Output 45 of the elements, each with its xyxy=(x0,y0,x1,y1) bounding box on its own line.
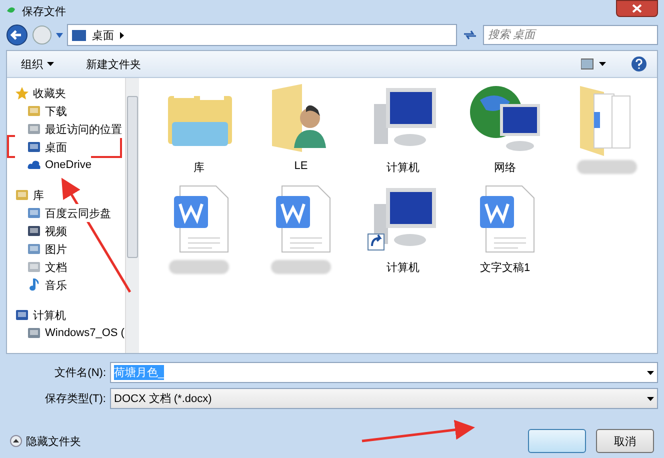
drive-icon xyxy=(27,326,41,340)
view-icon[interactable] xyxy=(581,58,607,70)
file-type-dropdown[interactable]: DOCX 文档 (*.docx) xyxy=(110,388,658,409)
recent-icon xyxy=(27,122,41,136)
close-icon xyxy=(632,4,642,13)
hide-folders-button[interactable]: 隐藏文件夹 xyxy=(10,434,81,448)
search-field[interactable]: 搜索 桌面 xyxy=(483,25,658,45)
address-bar[interactable]: 桌面 xyxy=(67,24,457,46)
file-name: LE xyxy=(294,160,308,172)
dropdown-arrow-icon xyxy=(647,370,654,374)
document-icon xyxy=(27,260,41,274)
cloud-icon xyxy=(27,158,41,172)
close-button[interactable] xyxy=(616,0,658,17)
organize-menu[interactable]: 组织 xyxy=(17,54,58,74)
file-name: 网络 xyxy=(494,161,516,175)
favorites-icon xyxy=(15,86,29,100)
caret-icon xyxy=(47,62,54,66)
video-icon xyxy=(27,224,41,238)
field-label: 保存类型(T): xyxy=(44,392,107,406)
new-folder-button[interactable]: 新建文件夹 xyxy=(82,54,145,74)
back-button[interactable] xyxy=(6,24,28,46)
blurred-name xyxy=(577,160,637,174)
picture-icon xyxy=(27,242,41,256)
music-icon xyxy=(27,278,41,292)
dropdown-arrow-icon xyxy=(647,396,654,400)
sidebar-item[interactable]: 收藏夹 xyxy=(15,84,66,102)
collapse-icon xyxy=(10,435,22,447)
help-icon[interactable] xyxy=(631,56,647,72)
file-name: 文字文稿1 xyxy=(480,260,530,275)
field-label: 文件名(N): xyxy=(54,366,107,380)
library-icon xyxy=(15,188,29,202)
desktop-icon xyxy=(27,140,41,154)
save-button[interactable] xyxy=(528,429,586,453)
file-name: 计算机 xyxy=(386,261,420,275)
blurred-name xyxy=(169,260,229,274)
file-name: 库 xyxy=(194,160,204,175)
computer-icon xyxy=(15,308,29,322)
cancel-button[interactable]: 取消 xyxy=(596,429,654,453)
window-title: 保存文件 xyxy=(22,4,66,18)
file-name: 计算机 xyxy=(386,161,420,175)
download-icon xyxy=(27,104,41,118)
sync-icon xyxy=(27,206,41,220)
blurred-name xyxy=(271,260,331,274)
history-dropdown-icon[interactable] xyxy=(56,32,63,38)
scrollbar[interactable] xyxy=(124,78,139,353)
